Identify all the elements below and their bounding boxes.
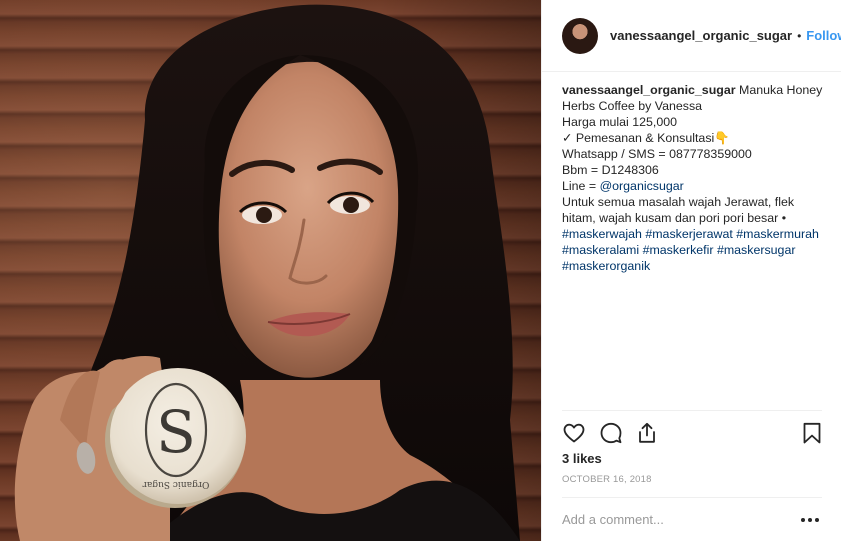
jar-brand-text: Organic Sugar bbox=[142, 479, 209, 489]
bookmark-icon[interactable] bbox=[800, 421, 824, 445]
caption-line: ✓ Pemesanan & Konsultasi👇 bbox=[562, 131, 730, 145]
avatar[interactable] bbox=[562, 17, 598, 54]
follow-button[interactable]: Follow bbox=[806, 28, 841, 43]
caption-line-prefix: Line = bbox=[562, 179, 600, 193]
hashtag-link[interactable]: #maskerorganik bbox=[562, 259, 650, 273]
header-username[interactable]: vanessaangel_organic_sugar bbox=[610, 28, 792, 43]
heart-icon[interactable] bbox=[562, 421, 586, 445]
more-options-button[interactable] bbox=[798, 510, 822, 530]
post-caption: vanessaangel_organic_sugar Manuka Honey … bbox=[562, 82, 832, 274]
caption-text: Manuka Honey bbox=[739, 83, 823, 97]
comment-icon[interactable] bbox=[599, 421, 623, 445]
caption-line: Untuk semua masalah wajah Jerawat, flek bbox=[562, 195, 795, 209]
post-side-panel: vanessaangel_organic_sugar • Follow vane… bbox=[541, 0, 841, 541]
hashtag-link[interactable]: #maskersugar bbox=[717, 243, 796, 257]
caption-line: Whatsapp / SMS = 087778359000 bbox=[562, 147, 752, 161]
share-icon[interactable] bbox=[635, 421, 659, 445]
post-header: vanessaangel_organic_sugar • Follow bbox=[542, 0, 841, 72]
header-separator: • bbox=[797, 28, 802, 43]
comment-input[interactable] bbox=[562, 512, 782, 527]
caption-username[interactable]: vanessaangel_organic_sugar bbox=[562, 83, 736, 97]
jar-logo-letter: S bbox=[156, 398, 196, 466]
person-with-product-illustration: S Organic Sugar bbox=[14, 4, 520, 541]
more-icon bbox=[801, 518, 819, 522]
post-date[interactable]: OCTOBER 16, 2018 bbox=[562, 474, 652, 485]
likes-count[interactable]: 3 likes bbox=[562, 451, 602, 466]
caption-line: Herbs Coffee by Vanessa bbox=[562, 99, 703, 113]
divider bbox=[562, 410, 822, 411]
hashtag-link[interactable]: #maskerkefir bbox=[643, 243, 714, 257]
hashtag-link[interactable]: #maskerwajah bbox=[562, 227, 642, 241]
caption-line: hitam, wajah kusam dan pori pori besar • bbox=[562, 211, 787, 225]
caption-line: Bbm = D1248306 bbox=[562, 163, 659, 177]
hashtag-link[interactable]: #maskermurah bbox=[736, 227, 819, 241]
comment-bar bbox=[562, 497, 822, 541]
hashtag-link[interactable]: #maskerjerawat bbox=[645, 227, 732, 241]
mention-link[interactable]: @organicsugar bbox=[600, 179, 684, 193]
action-bar bbox=[562, 421, 824, 445]
hashtag-link[interactable]: #maskeralami bbox=[562, 243, 639, 257]
post-photo[interactable]: S Organic Sugar bbox=[0, 0, 541, 541]
caption-line: Harga mulai 125,000 bbox=[562, 115, 678, 129]
